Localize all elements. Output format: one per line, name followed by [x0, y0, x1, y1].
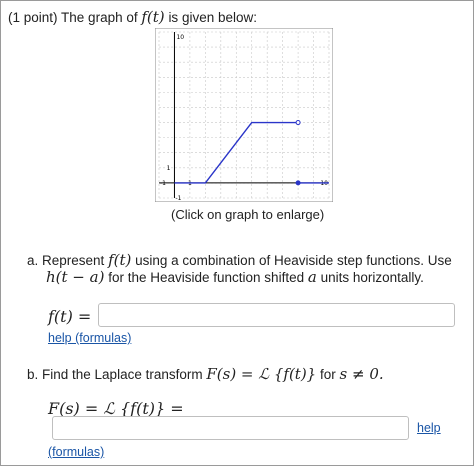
- part-a-text1: a. Represent: [27, 253, 105, 268]
- part-a-line2: h(t − a) for the Heaviside function shif…: [46, 268, 424, 286]
- tick-label-y-neg1: -1: [175, 195, 181, 202]
- part-b-help-link[interactable]: help: [417, 421, 441, 435]
- part-a-text3: for the Heaviside function shifted: [108, 270, 305, 285]
- part-a-text4: units horizontally.: [320, 270, 424, 285]
- f-answer-input[interactable]: [98, 303, 455, 327]
- part-b-formulas-link[interactable]: (formulas): [48, 445, 104, 459]
- part-b-line: b. Find the Laplace transform F(s) = ℒ {…: [27, 365, 384, 383]
- tick-label-y-1: 1: [167, 165, 171, 172]
- graph-border: [155, 28, 333, 202]
- header-function: f(t): [141, 8, 165, 26]
- s-condition: s ≠ 0.: [339, 365, 384, 383]
- part-b-text2: for: [319, 367, 336, 382]
- part-a-answer-label: f(t) =: [48, 307, 92, 326]
- heaviside-notation: h(t − a): [46, 268, 105, 286]
- problem-header: (1 point) The graph of f(t) is given bel…: [8, 8, 257, 26]
- graph-caption[interactable]: (Click on graph to enlarge): [171, 207, 324, 222]
- part-a-function: f(t): [108, 251, 132, 269]
- part-b-text1: b. Find the Laplace transform: [27, 367, 203, 382]
- open-endpoint-marker: [295, 120, 301, 126]
- shift-variable: a: [307, 268, 317, 286]
- tick-label-y-10: 10: [176, 34, 184, 41]
- function-graph[interactable]: 10 1 -1 -1 1 10: [155, 28, 333, 202]
- part-a-line1: a. Represent f(t) using a combination of…: [27, 251, 452, 269]
- header-prompt: The graph of: [61, 10, 138, 25]
- tick-label-x-neg1: -1: [160, 180, 166, 187]
- laplace-expression: F(s) = ℒ {f(t)}: [206, 365, 317, 383]
- graph-svg[interactable]: 101-1-1 1 10: [155, 28, 333, 202]
- header-suffix: is given below:: [168, 10, 257, 25]
- part-a-help-link[interactable]: help (formulas): [48, 331, 131, 345]
- part-a-text2: using a combination of Heaviside step fu…: [135, 253, 452, 268]
- laplace-answer-input[interactable]: [52, 416, 409, 440]
- points-label: (1 point): [8, 10, 58, 25]
- closed-endpoint-marker: [295, 180, 301, 186]
